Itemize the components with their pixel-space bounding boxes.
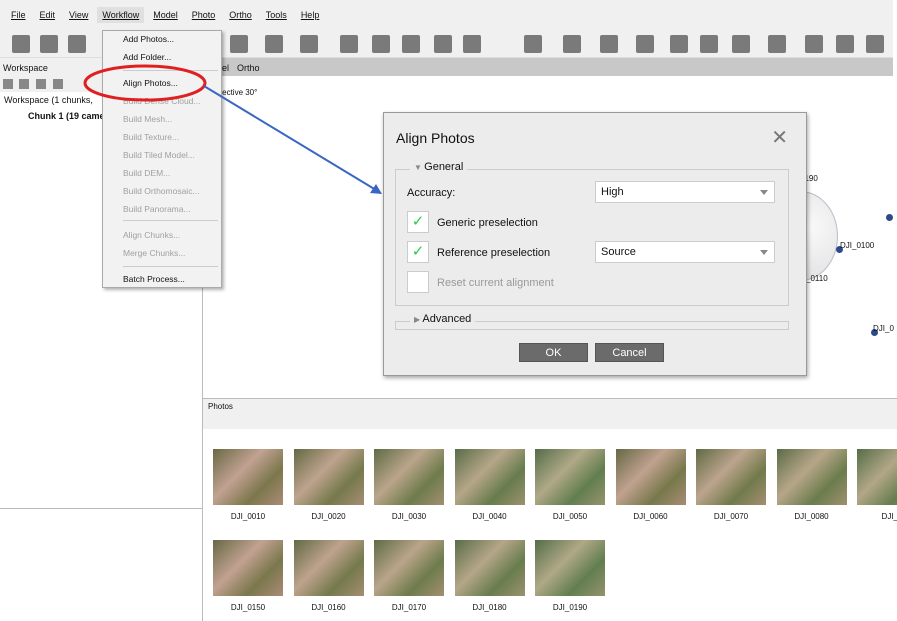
generic-preselection-checkbox[interactable]: ✓ (407, 211, 429, 233)
generic-preselection-label: Generic preselection (437, 217, 538, 229)
highlight-circle (83, 64, 207, 102)
chevron-down-icon (760, 190, 768, 199)
chevron-down-icon (760, 250, 768, 259)
advanced-label: Advanced (422, 313, 472, 325)
reference-source-value: Source (601, 246, 636, 258)
cancel-button[interactable]: Cancel (595, 343, 664, 362)
general-section-toggle[interactable]: ▼ General (410, 161, 468, 173)
align-photos-dialog: Align Photos ✕ ▼ General Accuracy: High … (383, 112, 807, 376)
accuracy-value: High (601, 186, 624, 198)
reset-alignment-checkbox[interactable] (407, 271, 429, 293)
general-label: General (424, 161, 464, 173)
arrow-line (203, 85, 377, 191)
advanced-section-toggle[interactable]: ▶ Advanced (410, 313, 476, 325)
close-icon[interactable]: ✕ (771, 125, 788, 150)
accuracy-select[interactable]: High (595, 181, 775, 203)
reference-preselection-label: Reference preselection (437, 247, 551, 259)
ok-button[interactable]: OK (519, 343, 588, 362)
accuracy-label: Accuracy: (407, 187, 456, 199)
reset-alignment-label: Reset current alignment (437, 277, 554, 289)
reference-source-select[interactable]: Source (595, 241, 775, 263)
dialog-title: Align Photos (396, 130, 475, 146)
reference-preselection-checkbox[interactable]: ✓ (407, 241, 429, 263)
arrow-head (370, 184, 382, 194)
caret-down-icon: ▼ (414, 163, 425, 172)
